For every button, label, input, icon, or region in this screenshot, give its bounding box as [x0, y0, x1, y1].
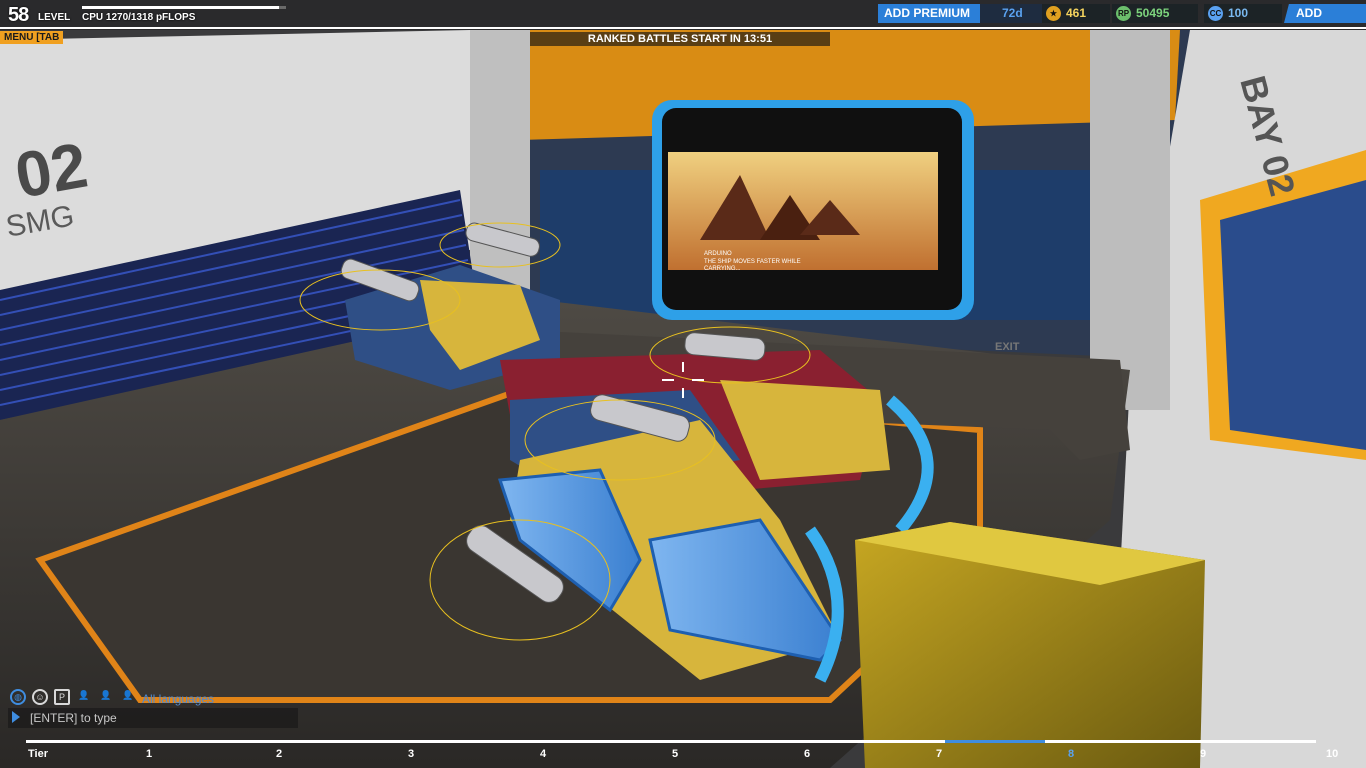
chat-arrow-icon — [12, 711, 20, 723]
chat-language-filter[interactable]: All languages — [142, 692, 214, 706]
rp-icon: RP — [1116, 6, 1131, 21]
monitor-caption: ARDUINO — [704, 251, 732, 257]
tier-tick: 3 — [408, 748, 415, 760]
tier-tick: 9 — [1200, 748, 1207, 760]
cc-icon: CC — [1208, 6, 1223, 21]
top-hud: 58 LEVEL CPU 1270/1318 pFLOPS ADD PREMIU… — [0, 0, 1366, 30]
garage-scene: ARDUINO THE SHIP MOVES FASTER WHILE CARR… — [0, 0, 1366, 768]
stars-currency[interactable]: ★ 461 — [1042, 4, 1110, 23]
svg-text:CARRYING...: CARRYING... — [704, 266, 741, 272]
tier-label: Tier — [28, 748, 48, 760]
add-premium-button[interactable]: ADD PREMIUM — [878, 4, 992, 23]
garage-3d-view: ARDUINO THE SHIP MOVES FASTER WHILE CARR… — [0, 30, 1366, 768]
cosmetic-credits-currency[interactable]: CC 100 — [1204, 4, 1282, 23]
party-icon[interactable]: P — [54, 689, 70, 705]
cpu-free-bar — [279, 6, 286, 9]
exit-label: EXIT — [995, 341, 1020, 353]
tier-tick: 1 — [146, 748, 153, 760]
chat-channel-icons: ◍ ☺ P 👤 👤 👤 — [10, 689, 140, 707]
rp-value: 50495 — [1136, 6, 1170, 20]
cpu-readout: CPU 1270/1318 pFLOPS — [82, 12, 196, 23]
tier-tick: 6 — [804, 748, 811, 760]
accessibility-icon[interactable]: ☺ — [32, 689, 48, 705]
chat-input-placeholder: [ENTER] to type — [30, 711, 117, 725]
tier-tick: 5 — [672, 748, 679, 760]
player-2-icon[interactable]: 👤 — [98, 689, 114, 705]
tier-tick: 7 — [936, 748, 943, 760]
tier-tick: 10 — [1326, 748, 1339, 760]
cpu-usage-bar — [82, 6, 279, 9]
premium-days: 72d — [980, 4, 1042, 23]
right-pillar — [1090, 30, 1170, 410]
cc-value: 100 — [1228, 6, 1249, 20]
stars-value: 461 — [1066, 6, 1087, 20]
level-number: 58 — [8, 4, 29, 26]
menu-tab-button[interactable]: MENU [TAB — [0, 31, 64, 44]
tier-tick: 4 — [540, 748, 547, 760]
robits-currency[interactable]: RP 50495 — [1112, 4, 1198, 23]
level-label: LEVEL — [38, 12, 71, 23]
globe-icon[interactable]: ◍ — [10, 689, 26, 705]
ranked-battles-banner: RANKED BATTLES START IN 13:51 — [530, 32, 830, 46]
bay-number: 02 — [10, 129, 93, 212]
star-icon: ★ — [1046, 6, 1061, 21]
player-3-icon[interactable]: 👤 — [120, 689, 136, 705]
tier-tick: 2 — [276, 748, 283, 760]
tier-tick-current: 8 — [1068, 748, 1075, 760]
add-funds-button[interactable]: ADD FUNDS — [1284, 4, 1366, 23]
player-1-icon[interactable]: 👤 — [76, 689, 92, 705]
svg-text:THE SHIP MOVES FASTER WHILE: THE SHIP MOVES FASTER WHILE — [704, 259, 801, 265]
tier-bar: Tier 1 2 3 4 5 6 7 8 9 10 — [0, 737, 1366, 768]
hud-divider — [0, 27, 1366, 29]
